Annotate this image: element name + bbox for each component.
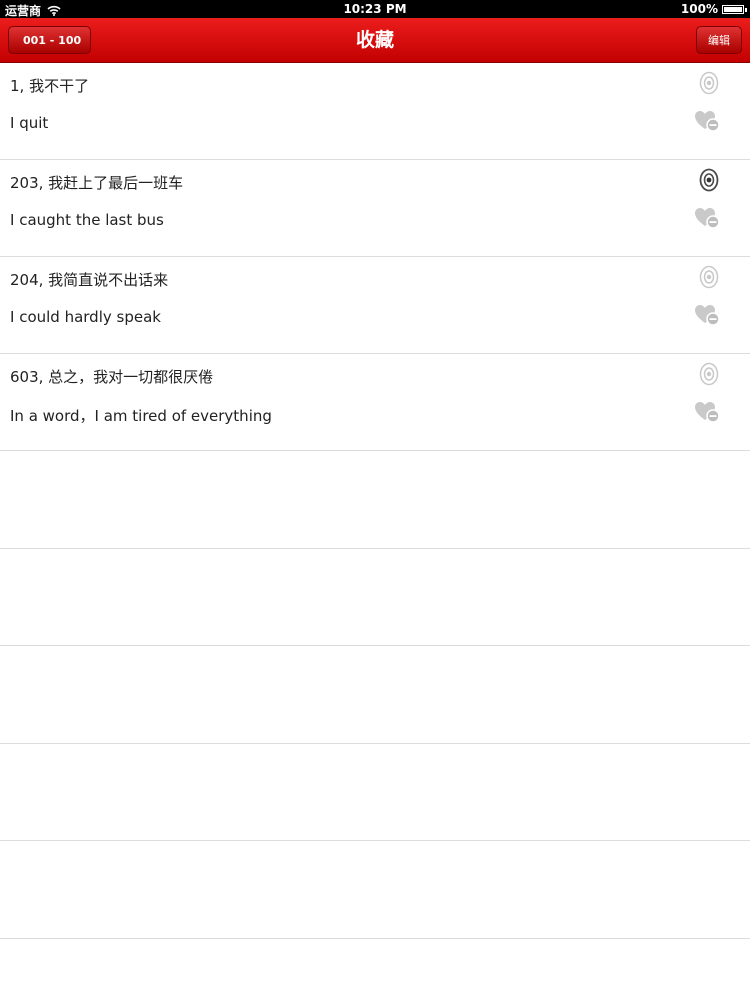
- heart-minus-icon[interactable]: [694, 206, 720, 230]
- list-item[interactable]: 203, 我赶上了最后一班车 I caught the last bus: [0, 160, 750, 257]
- empty-row: [0, 549, 750, 647]
- item-english-text: I could hardly speak: [10, 308, 161, 326]
- item-chinese-text: 203, 我赶上了最后一班车: [10, 174, 184, 192]
- empty-row: [0, 841, 750, 939]
- list-item[interactable]: 603, 总之，我对一切都很厌倦 In a word，I am tired of…: [0, 354, 750, 451]
- battery-icon: [722, 4, 747, 14]
- speaker-icon[interactable]: [698, 265, 720, 289]
- battery-area: 100%: [680, 2, 747, 16]
- speaker-icon[interactable]: [698, 362, 720, 386]
- speaker-icon[interactable]: [698, 71, 720, 95]
- favorites-list: 1, 我不干了 I quit 203, 我赶上了最后一班车 I caught t…: [0, 63, 750, 939]
- empty-row: [0, 744, 750, 842]
- item-chinese-text: 1, 我不干了: [10, 77, 90, 95]
- status-bar: 运营商 10:23 PM 100%: [0, 0, 750, 18]
- heart-minus-icon[interactable]: [694, 109, 720, 133]
- item-english-text: In a word，I am tired of everything: [10, 407, 272, 425]
- status-time: 10:23 PM: [343, 2, 407, 16]
- item-chinese-text: 204, 我简直说不出话来: [10, 271, 169, 289]
- empty-row: [0, 646, 750, 744]
- speaker-icon[interactable]: [698, 168, 720, 192]
- page-title: 收藏: [355, 29, 394, 51]
- item-english-text: I quit: [10, 114, 49, 132]
- navigation-bar: 001 - 100 收藏 编辑: [0, 18, 750, 63]
- edit-button[interactable]: 编辑: [696, 26, 742, 54]
- list-item[interactable]: 204, 我简直说不出话来 I could hardly speak: [0, 257, 750, 354]
- item-chinese-text: 603, 总之，我对一切都很厌倦: [10, 368, 214, 386]
- heart-minus-icon[interactable]: [694, 400, 720, 424]
- item-english-text: I caught the last bus: [10, 211, 164, 229]
- list-item[interactable]: 1, 我不干了 I quit: [0, 63, 750, 160]
- back-button-label: 001 - 100: [23, 34, 82, 47]
- empty-row: [0, 451, 750, 549]
- heart-minus-icon[interactable]: [694, 303, 720, 327]
- battery-percent: 100%: [680, 2, 718, 16]
